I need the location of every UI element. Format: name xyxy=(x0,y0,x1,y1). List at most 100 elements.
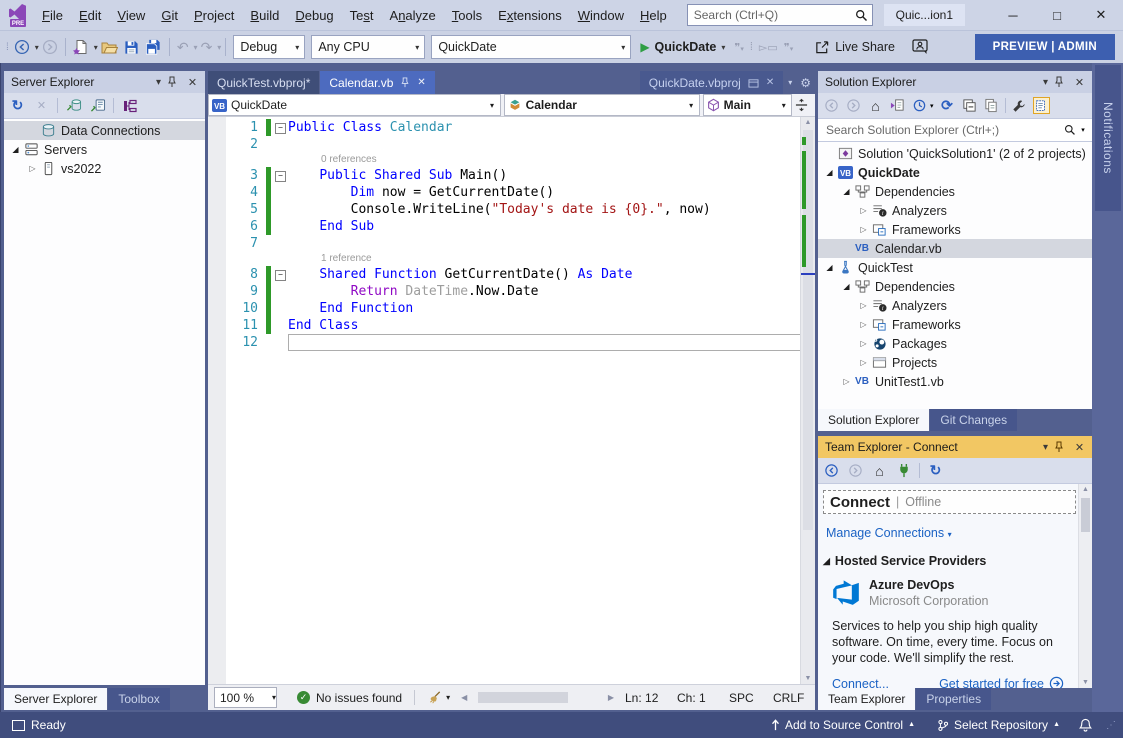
solution-tree-item-projects[interactable]: ▷Projects xyxy=(818,353,1092,372)
code-line-9[interactable]: 9 Return DateTime.Now.Date xyxy=(208,283,801,300)
menu-edit[interactable]: Edit xyxy=(71,3,109,28)
preview-selected-items-icon[interactable] xyxy=(1033,97,1050,114)
server-tree-item-data-connections[interactable]: Data Connections xyxy=(4,121,205,140)
solution-configurations-dropdown[interactable]: Debug▾ xyxy=(233,35,305,59)
pending-changes-filter-icon[interactable] xyxy=(911,97,928,114)
window-position-dropdown-icon[interactable]: ▾ xyxy=(1037,77,1054,88)
document-tab-quickdate-vbproj[interactable]: QuickDate.vbproj✕ xyxy=(640,71,783,94)
close-panel-icon[interactable]: ✕ xyxy=(184,76,201,89)
live-share-button[interactable]: Live Share xyxy=(814,40,895,55)
server-explorer-title[interactable]: Server Explorer ▾ ✕ xyxy=(4,71,205,93)
expander-icon[interactable]: ◢ xyxy=(822,263,837,272)
properties-wrench-icon[interactable] xyxy=(1011,97,1028,114)
expander-icon[interactable]: ▷ xyxy=(856,206,871,215)
maximize-button[interactable]: □ xyxy=(1035,0,1079,30)
home-icon[interactable]: ⌂ xyxy=(867,97,884,114)
collapse-region-icon[interactable]: − xyxy=(275,123,286,134)
search-icon[interactable] xyxy=(1064,124,1076,136)
expander-icon[interactable]: ▷ xyxy=(856,301,871,310)
redo-dropdown[interactable]: ▾ xyxy=(217,43,221,52)
add-to-source-control-button[interactable]: Add to Source Control ▲ xyxy=(762,712,924,738)
code-editor[interactable]: 1−Public Class Calendar20 references3− P… xyxy=(208,117,815,684)
editor-settings-gear-icon[interactable]: ⚙ xyxy=(800,76,811,90)
window-position-dropdown-icon[interactable]: ▾ xyxy=(150,77,167,88)
project-dropdown[interactable]: VB QuickDate ▾ xyxy=(208,94,501,116)
show-all-files-icon[interactable] xyxy=(983,97,1000,114)
menu-tools[interactable]: Tools xyxy=(444,3,490,28)
search-input[interactable] xyxy=(692,7,855,23)
home-icon[interactable]: ⌂ xyxy=(871,462,888,479)
navigate-forward-button[interactable] xyxy=(39,35,61,59)
solution-tree-item-analyzers[interactable]: ▷iAnalyzers xyxy=(818,201,1092,220)
close-panel-icon[interactable]: ✕ xyxy=(1071,76,1088,89)
menu-build[interactable]: Build xyxy=(242,3,287,28)
apply-code-changes-icon[interactable]: ❞▾ xyxy=(784,41,793,54)
break-all-icon[interactable]: ▻▭ xyxy=(759,41,778,54)
code-line-10[interactable]: 10 End Function xyxy=(208,300,801,317)
editor-vertical-scrollbar[interactable]: ▲ ▼ xyxy=(800,117,815,684)
redo-button[interactable]: ↷ xyxy=(198,35,216,59)
expander-icon[interactable]: ◢ xyxy=(822,168,837,177)
solution-tree-item-quickdate[interactable]: ◢VBQuickDate xyxy=(818,163,1092,182)
save-button[interactable] xyxy=(121,35,142,59)
code-line-5[interactable]: 5 Console.WriteLine("Today's date is {0}… xyxy=(208,201,801,218)
window-position-dropdown-icon[interactable]: ▾ xyxy=(1037,442,1054,453)
solution-tree-item-calendar-vb[interactable]: VBCalendar.vb xyxy=(818,239,1092,258)
code-line-7[interactable]: 7 xyxy=(208,235,801,252)
save-all-button[interactable] xyxy=(142,35,165,59)
quick-search-box[interactable] xyxy=(687,4,873,26)
code-cleanup-icon[interactable] xyxy=(427,690,443,705)
collapse-region-icon[interactable]: − xyxy=(275,171,286,182)
server-tree-item-vs2022[interactable]: ▷vs2022 xyxy=(4,159,205,178)
pin-tab-icon[interactable] xyxy=(400,77,410,88)
menu-file[interactable]: File xyxy=(34,3,71,28)
tool-tab-server-explorer[interactable]: Server Explorer xyxy=(4,688,107,710)
expander-icon[interactable]: ▷ xyxy=(856,339,871,348)
expander-icon[interactable]: ▷ xyxy=(839,377,854,386)
sync-with-active-document-icon[interactable] xyxy=(889,97,906,114)
get-started-link[interactable]: Get started for free xyxy=(939,676,1064,688)
select-repository-button[interactable]: Select Repository ▲ xyxy=(928,712,1069,738)
nav-forward-icon[interactable] xyxy=(847,462,864,479)
nav-back-icon[interactable] xyxy=(823,97,840,114)
menu-test[interactable]: Test xyxy=(342,3,382,28)
collapse-all-icon[interactable] xyxy=(961,97,978,114)
solution-tree-item-analyzers[interactable]: ▷iAnalyzers xyxy=(818,296,1092,315)
tab-list-dropdown-icon[interactable]: ▾ xyxy=(788,78,792,87)
zoom-level-dropdown[interactable]: 100 %▾ xyxy=(214,687,277,708)
code-line-4[interactable]: 4 Dim now = GetCurrentDate() xyxy=(208,184,801,201)
stop-refresh-icon[interactable]: ✕ xyxy=(33,97,50,114)
solution-search-input[interactable] xyxy=(824,122,1064,138)
menu-view[interactable]: View xyxy=(109,3,153,28)
close-tab-icon[interactable]: ✕ xyxy=(766,77,774,88)
solution-tree-item-solution-quicksolution1-2-of-2-projects[interactable]: Solution 'QuickSolution1' (2 of 2 projec… xyxy=(818,144,1092,163)
filter-dropdown[interactable]: ▾ xyxy=(930,102,934,110)
connect-page-header[interactable]: Connect | Offline xyxy=(823,490,1076,514)
connect-to-server-icon[interactable] xyxy=(89,97,106,114)
solution-search-box[interactable]: ▾ xyxy=(818,119,1092,142)
tool-tab-toolbox[interactable]: Toolbox xyxy=(108,688,169,710)
document-tab-quicktest-vbproj[interactable]: QuickTest.vbproj* xyxy=(208,71,319,94)
open-file-button[interactable] xyxy=(98,35,121,59)
server-tree-item-servers[interactable]: ◢Servers xyxy=(4,140,205,159)
menu-analyze[interactable]: Analyze xyxy=(382,3,444,28)
scroll-down-arrow[interactable]: ▼ xyxy=(801,675,815,682)
solution-tree-item-unittest1-vb[interactable]: ▷VBUnitTest1.vb xyxy=(818,372,1092,391)
code-line-3[interactable]: 3− Public Shared Sub Main() xyxy=(208,167,801,184)
member-dropdown[interactable]: Main ▾ xyxy=(703,94,793,116)
solution-tree-item-dependencies[interactable]: ◢Dependencies xyxy=(818,182,1092,201)
code-line-12[interactable]: 12 xyxy=(208,334,801,351)
code-line-8[interactable]: 8− Shared Function GetCurrentDate() As D… xyxy=(208,266,801,283)
code-line-2[interactable]: 2 xyxy=(208,136,801,153)
column-indicator[interactable]: Ch: 1 xyxy=(677,691,729,705)
hosted-service-providers-section[interactable]: ◢ Hosted Service Providers xyxy=(823,554,1092,568)
type-dropdown[interactable]: Calendar ▾ xyxy=(504,94,700,116)
expander-icon[interactable]: ▷ xyxy=(856,320,871,329)
solution-tree-item-frameworks[interactable]: ▷Frameworks xyxy=(818,220,1092,239)
navigate-back-button[interactable] xyxy=(11,35,33,59)
menu-window[interactable]: Window xyxy=(570,3,632,28)
manage-connections-plug-icon[interactable] xyxy=(895,462,912,479)
manage-connections-link[interactable]: Manage Connections ▾ xyxy=(826,526,1092,540)
feedback-icon[interactable] xyxy=(909,35,932,59)
notifications-tab[interactable]: Notifications xyxy=(1095,65,1121,211)
